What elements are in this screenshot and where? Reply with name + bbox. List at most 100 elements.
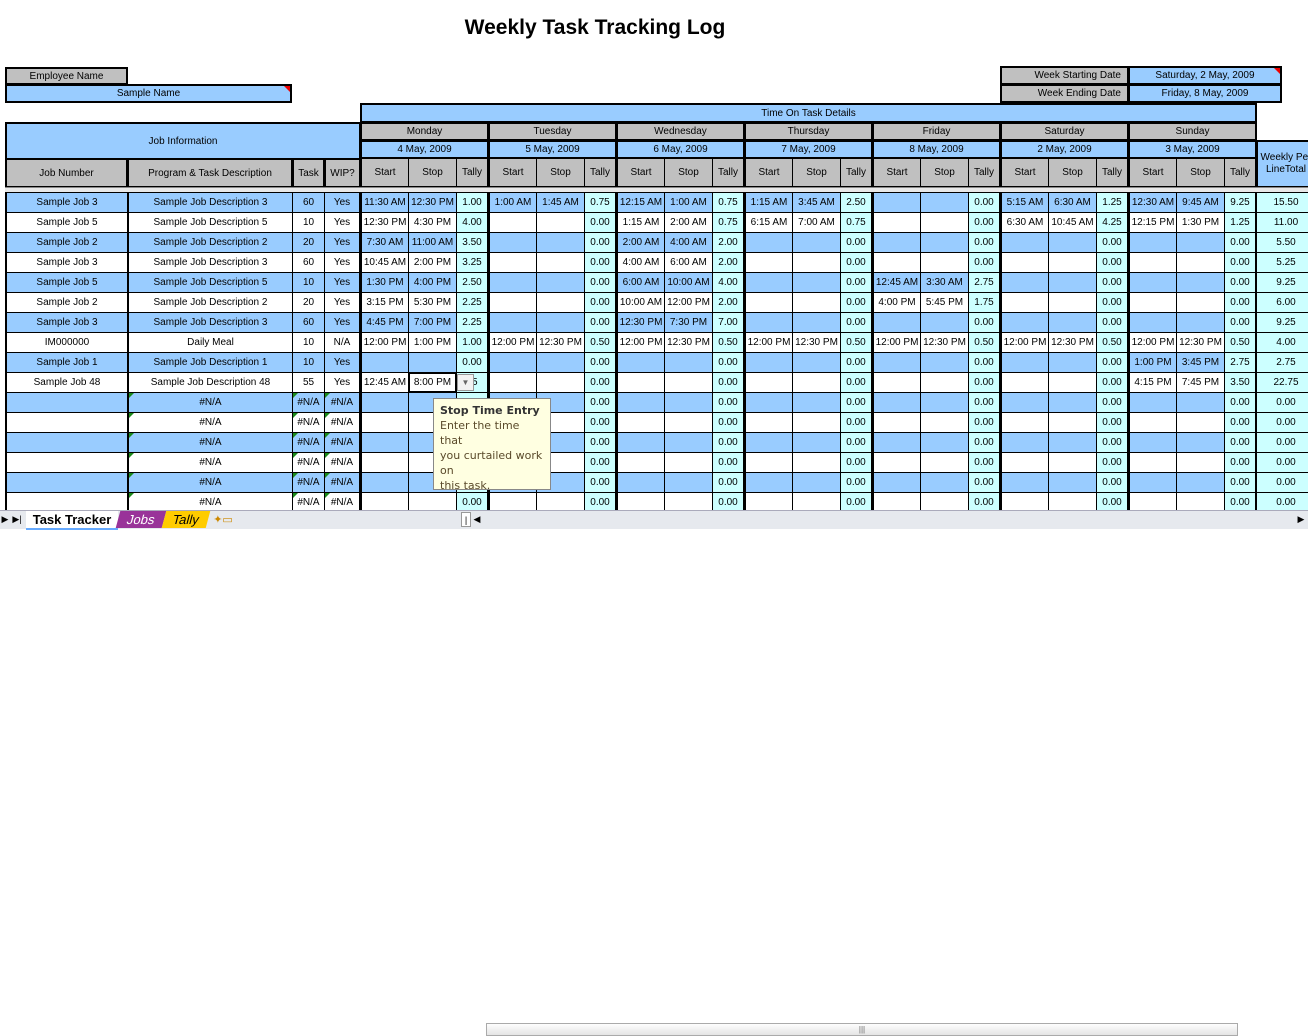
start-time-cell[interactable] xyxy=(1128,232,1177,253)
wip-cell[interactable]: Yes xyxy=(324,292,361,313)
stop-time-cell[interactable]: 3:45 AM xyxy=(792,192,841,213)
stop-time-cell[interactable] xyxy=(536,312,585,333)
insert-sheet-icon[interactable]: ✦▭ xyxy=(210,511,236,528)
start-time-cell[interactable]: 7:30 AM xyxy=(360,232,409,253)
wip-cell[interactable]: #N/A xyxy=(324,452,361,473)
stop-time-cell[interactable] xyxy=(1048,412,1097,433)
start-time-cell[interactable] xyxy=(1128,412,1177,433)
stop-time-cell[interactable] xyxy=(792,272,841,293)
stop-time-cell[interactable] xyxy=(792,232,841,253)
stop-time-cell[interactable] xyxy=(1176,412,1225,433)
horizontal-scrollbar[interactable]: ||| xyxy=(486,1023,1238,1036)
start-time-cell[interactable] xyxy=(360,392,409,413)
week-end-value[interactable]: Friday, 8 May, 2009 xyxy=(1128,84,1282,103)
start-time-cell[interactable]: 10:45 AM xyxy=(360,252,409,273)
stop-time-cell[interactable] xyxy=(664,412,713,433)
start-time-cell[interactable] xyxy=(616,372,665,393)
stop-time-cell[interactable] xyxy=(536,272,585,293)
stop-time-cell[interactable] xyxy=(664,372,713,393)
start-time-cell[interactable]: 12:00 PM xyxy=(1000,332,1049,353)
task-cell[interactable]: 10 xyxy=(292,332,325,353)
start-time-cell[interactable] xyxy=(872,232,921,253)
stop-time-cell[interactable] xyxy=(920,192,969,213)
start-time-cell[interactable] xyxy=(744,272,793,293)
task-cell[interactable]: 10 xyxy=(292,212,325,233)
start-time-cell[interactable] xyxy=(616,352,665,373)
start-time-cell[interactable] xyxy=(360,412,409,433)
start-time-cell[interactable] xyxy=(872,432,921,453)
task-cell[interactable]: 60 xyxy=(292,312,325,333)
description-cell[interactable]: #N/A xyxy=(127,392,293,413)
tab-nav-next-icon[interactable]: ▶ xyxy=(0,511,10,528)
stop-time-cell[interactable] xyxy=(792,352,841,373)
wip-cell[interactable]: #N/A xyxy=(324,432,361,453)
stop-time-cell[interactable] xyxy=(792,452,841,473)
wip-cell[interactable]: #N/A xyxy=(324,472,361,493)
start-time-cell[interactable] xyxy=(872,372,921,393)
task-cell[interactable]: 60 xyxy=(292,192,325,213)
stop-time-cell[interactable]: 1:30 PM xyxy=(1176,212,1225,233)
start-time-cell[interactable]: 5:15 AM xyxy=(1000,192,1049,213)
job-number-cell[interactable]: Sample Job 5 xyxy=(5,272,128,293)
stop-time-cell[interactable]: 1:00 PM xyxy=(408,332,457,353)
stop-time-cell[interactable] xyxy=(664,432,713,453)
start-time-cell[interactable] xyxy=(872,192,921,213)
stop-time-cell[interactable] xyxy=(664,472,713,493)
stop-time-cell[interactable]: 12:30 PM xyxy=(1176,332,1225,353)
start-time-cell[interactable] xyxy=(872,352,921,373)
start-time-cell[interactable]: 4:45 PM xyxy=(360,312,409,333)
start-time-cell[interactable] xyxy=(488,292,537,313)
stop-time-cell[interactable] xyxy=(920,212,969,233)
stop-time-cell[interactable]: 7:30 PM xyxy=(664,312,713,333)
job-number-cell[interactable] xyxy=(5,452,128,473)
stop-time-cell[interactable] xyxy=(536,352,585,373)
description-cell[interactable]: Sample Job Description 3 xyxy=(127,192,293,213)
start-time-cell[interactable] xyxy=(744,252,793,273)
wip-cell[interactable]: Yes xyxy=(324,252,361,273)
stop-time-cell[interactable] xyxy=(664,452,713,473)
start-time-cell[interactable] xyxy=(1000,452,1049,473)
job-number-cell[interactable]: Sample Job 48 xyxy=(5,372,128,393)
stop-time-cell[interactable] xyxy=(664,392,713,413)
stop-time-cell[interactable] xyxy=(664,352,713,373)
stop-time-cell[interactable] xyxy=(536,252,585,273)
description-cell[interactable]: Sample Job Description 2 xyxy=(127,292,293,313)
stop-time-cell[interactable]: 9:45 AM xyxy=(1176,192,1225,213)
stop-time-cell[interactable]: 10:45 AM xyxy=(1048,212,1097,233)
description-cell[interactable]: Sample Job Description 2 xyxy=(127,232,293,253)
stop-time-cell[interactable] xyxy=(920,232,969,253)
stop-time-cell[interactable] xyxy=(920,432,969,453)
wip-cell[interactable]: Yes xyxy=(324,312,361,333)
stop-time-cell[interactable]: 10:00 AM xyxy=(664,272,713,293)
stop-time-cell[interactable] xyxy=(1176,292,1225,313)
start-time-cell[interactable] xyxy=(744,372,793,393)
start-time-cell[interactable] xyxy=(1000,312,1049,333)
wip-cell[interactable]: N/A xyxy=(324,332,361,353)
stop-time-cell[interactable] xyxy=(792,472,841,493)
stop-time-cell[interactable]: 12:30 PM xyxy=(536,332,585,353)
start-time-cell[interactable]: 6:15 AM xyxy=(744,212,793,233)
chevron-down-icon[interactable]: ▼ xyxy=(457,374,474,391)
start-time-cell[interactable]: 4:00 PM xyxy=(872,292,921,313)
job-number-cell[interactable]: Sample Job 3 xyxy=(5,312,128,333)
wip-cell[interactable]: Yes xyxy=(324,352,361,373)
stop-time-cell[interactable]: 12:00 PM xyxy=(664,292,713,313)
start-time-cell[interactable] xyxy=(1128,432,1177,453)
start-time-cell[interactable] xyxy=(616,392,665,413)
stop-time-cell[interactable] xyxy=(920,352,969,373)
stop-time-cell[interactable] xyxy=(792,412,841,433)
stop-time-cell[interactable]: 4:30 PM xyxy=(408,212,457,233)
description-cell[interactable]: Sample Job Description 3 xyxy=(127,252,293,273)
task-cell[interactable]: 10 xyxy=(292,272,325,293)
stop-time-cell[interactable]: 7:00 AM xyxy=(792,212,841,233)
stop-time-cell[interactable] xyxy=(920,392,969,413)
start-time-cell[interactable]: 12:30 AM xyxy=(1128,192,1177,213)
stop-time-cell[interactable] xyxy=(1176,272,1225,293)
description-cell[interactable]: Sample Job Description 5 xyxy=(127,212,293,233)
stop-time-cell[interactable] xyxy=(920,412,969,433)
start-time-cell[interactable] xyxy=(488,352,537,373)
task-cell[interactable]: #N/A xyxy=(292,452,325,473)
stop-time-cell[interactable] xyxy=(792,312,841,333)
start-time-cell[interactable]: 12:45 AM xyxy=(360,372,409,393)
start-time-cell[interactable]: 2:00 AM xyxy=(616,232,665,253)
